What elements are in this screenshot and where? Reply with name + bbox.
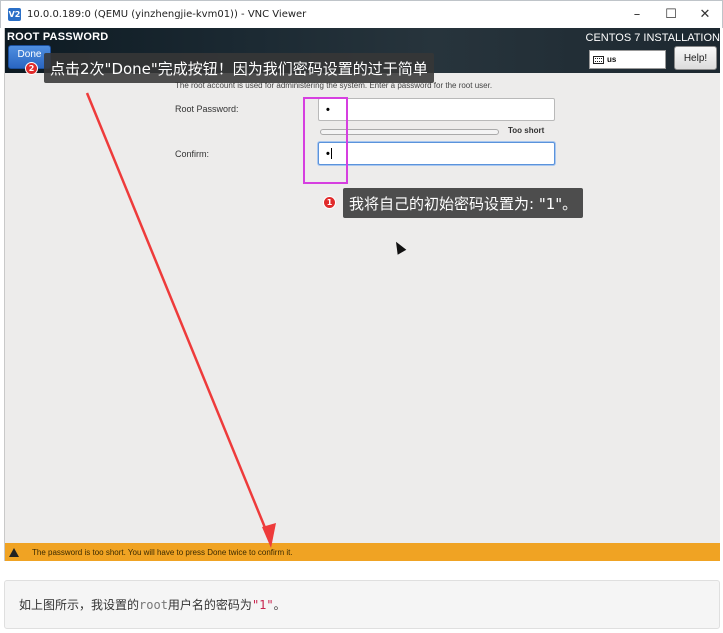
warning-icon bbox=[9, 547, 19, 557]
annotation-bubble-password: 我将自己的初始密码设置为: "1"。 bbox=[343, 188, 584, 218]
confirm-password-input[interactable]: • bbox=[318, 142, 555, 165]
keyboard-icon bbox=[593, 55, 604, 64]
caption-card: 如上图所示，我设置的 root 用户名的密码为 "1" 。 bbox=[4, 580, 720, 629]
keyboard-layout-label: us bbox=[607, 55, 617, 64]
mouse-pointer-icon bbox=[391, 239, 407, 255]
window-title: 10.0.0.189:0 (QEMU (yinzhengjie-kvm01)) … bbox=[27, 9, 307, 20]
password-strength-label: Too short bbox=[508, 126, 545, 135]
caption-middle: 用户名的密码为 bbox=[167, 598, 252, 612]
keyboard-layout-indicator[interactable]: us bbox=[589, 50, 666, 69]
root-password-input[interactable]: • bbox=[318, 98, 555, 121]
confirm-label: Confirm: bbox=[175, 149, 210, 159]
caption-code-value: "1" bbox=[251, 597, 274, 612]
vnc-app-icon: V2 bbox=[8, 8, 21, 21]
annotation-text-password: 我将自己的初始密码设置为: "1"。 bbox=[349, 194, 578, 213]
spoke-title: ROOT PASSWORD bbox=[7, 31, 109, 43]
annotation-badge-1: 1 bbox=[323, 196, 336, 209]
help-button[interactable]: Help! bbox=[674, 46, 717, 70]
maximize-button[interactable]: ☐ bbox=[654, 1, 688, 28]
warning-bar: The password is too short. You will have… bbox=[5, 543, 720, 561]
vnc-window-titlebar: V2 10.0.0.189:0 (QEMU (yinzhengjie-kvm01… bbox=[0, 0, 723, 28]
caption-suffix: 。 bbox=[273, 598, 286, 612]
annotation-bubble-done: 点击2次"Done"完成按钮！因为我们密码设置的过于简单 bbox=[44, 53, 434, 83]
window-controls: – ☐ ✕ bbox=[620, 1, 722, 28]
root-password-label: Root Password: bbox=[175, 104, 239, 114]
caption-prefix: 如上图所示，我设置的 bbox=[19, 598, 140, 612]
warning-text: The password is too short. You will have… bbox=[32, 547, 293, 557]
highlight-box bbox=[303, 97, 348, 184]
screenshot-root: V2 10.0.0.189:0 (QEMU (yinzhengjie-kvm01… bbox=[0, 0, 723, 633]
annotation-text-done: 点击2次"Done"完成按钮！因为我们密码设置的过于简单 bbox=[50, 59, 428, 78]
close-button[interactable]: ✕ bbox=[688, 1, 722, 28]
product-title: CENTOS 7 INSTALLATION bbox=[585, 32, 720, 44]
minimize-button[interactable]: – bbox=[620, 1, 654, 28]
annotation-badge-2: 2 bbox=[25, 62, 38, 75]
caption-code-user: root bbox=[139, 597, 168, 612]
guest-screen: ROOT PASSWORD Done CENTOS 7 INSTALLATION… bbox=[4, 28, 720, 561]
